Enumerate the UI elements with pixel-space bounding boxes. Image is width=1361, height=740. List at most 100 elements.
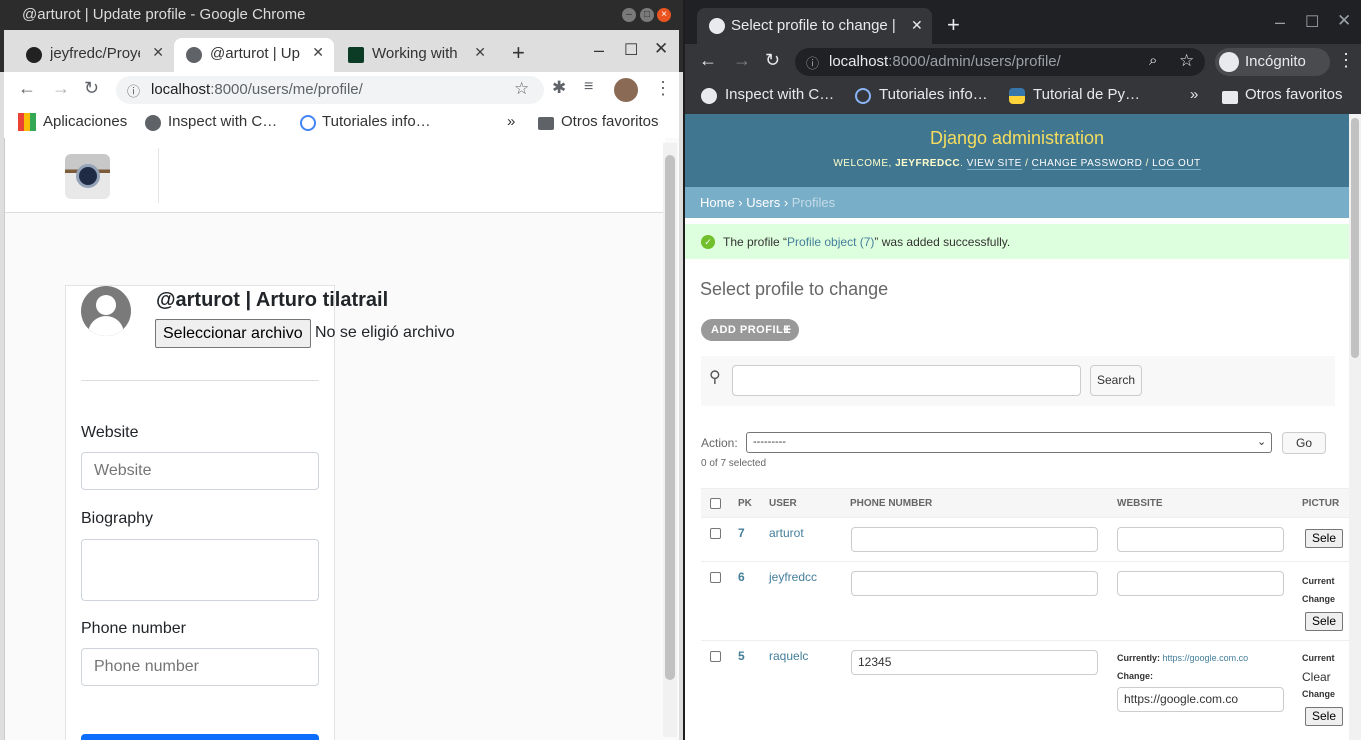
breadcrumb-profiles: Profiles: [791, 195, 836, 210]
forward-icon[interactable]: →: [52, 78, 70, 99]
breadcrumb-home[interactable]: Home: [700, 195, 735, 210]
instagram-logo-icon[interactable]: [65, 154, 110, 199]
currently-link[interactable]: https://google.com.co: [1163, 653, 1249, 663]
bookmark-otros-favoritos[interactable]: Otros favoritos: [561, 113, 659, 130]
choose-file-button[interactable]: Seleccionar archivo: [155, 319, 311, 348]
select-all-checkbox[interactable]: [710, 498, 721, 509]
row-pk-link[interactable]: 6: [738, 570, 745, 584]
column-user[interactable]: USER: [769, 498, 797, 509]
url-host: localhost: [151, 81, 211, 98]
row-pk-link[interactable]: 5: [738, 649, 745, 663]
new-tab-icon[interactable]: +: [947, 12, 960, 38]
back-icon[interactable]: ←: [18, 78, 36, 99]
selected-count: 0 of 7 selected: [701, 458, 767, 469]
incognito-badge[interactable]: Incógnito: [1215, 48, 1330, 76]
minimize-icon[interactable]: –: [594, 40, 604, 61]
biography-label: Biography: [81, 510, 154, 527]
change-password-link[interactable]: CHANGE PASSWORD: [1031, 158, 1143, 170]
action-select[interactable]: --------- ⌄: [746, 432, 1272, 453]
search-icon: ⚲: [709, 369, 721, 386]
log-out-link[interactable]: LOG OUT: [1152, 158, 1201, 170]
tab-update-profile[interactable]: @arturot | Up ✕: [174, 38, 334, 72]
row-website-input[interactable]: [1117, 571, 1284, 596]
media-icon[interactable]: ≡: [584, 78, 593, 96]
close-tab-icon[interactable]: ✕: [911, 17, 923, 34]
go-button[interactable]: Go: [1282, 432, 1326, 454]
close-icon[interactable]: ✕: [654, 39, 668, 59]
row-phone-input[interactable]: [851, 571, 1098, 596]
close-icon[interactable]: ✕: [1337, 11, 1351, 31]
zoom-icon[interactable]: ⌕: [1149, 52, 1157, 69]
right-toolbar: ← → ↻ ⓘ localhost:8000/admin/users/profi…: [685, 44, 1361, 80]
row-phone-input[interactable]: 12345: [851, 650, 1098, 675]
menu-icon[interactable]: ⋮: [1337, 50, 1355, 71]
globe-icon: [709, 18, 725, 34]
extensions-icon[interactable]: ✱: [552, 78, 566, 98]
reload-icon[interactable]: ↻: [84, 78, 99, 99]
picture-clear-checkbox-label[interactable]: Clear: [1302, 670, 1331, 684]
picture-file-button[interactable]: Sele: [1305, 529, 1344, 548]
column-website[interactable]: WEBSITE: [1117, 498, 1163, 509]
left-page: @arturot | Arturo tilatrail Seleccionar …: [4, 138, 679, 740]
picture-file-button[interactable]: Sele: [1305, 707, 1344, 726]
back-icon[interactable]: ←: [699, 50, 717, 71]
close-icon[interactable]: ×: [657, 8, 671, 22]
maximize-icon[interactable]: □: [640, 8, 654, 22]
biography-textarea[interactable]: [81, 539, 319, 601]
forward-icon[interactable]: →: [733, 50, 751, 71]
reload-icon[interactable]: ↻: [765, 50, 780, 71]
tab-github[interactable]: jeyfredc/Proye ✕: [14, 38, 174, 72]
avatar[interactable]: [614, 78, 638, 102]
submit-button[interactable]: [81, 734, 319, 740]
minimize-icon[interactable]: –: [622, 8, 636, 22]
right-scrollbar[interactable]: [1349, 114, 1361, 740]
row-checkbox[interactable]: [710, 528, 721, 539]
tab-select-profile[interactable]: Select profile to change | ✕: [697, 8, 932, 44]
site-title[interactable]: Django administration: [685, 128, 1349, 149]
picture-change-label: Change: [1302, 689, 1336, 699]
row-website-input[interactable]: https://google.com.co: [1117, 687, 1284, 712]
add-profile-button[interactable]: ADD PROFILE +: [701, 319, 799, 341]
profile-object-link[interactable]: Profile object (7): [787, 235, 874, 249]
left-title-bar: @arturot | Update profile - Google Chrom…: [0, 0, 683, 30]
column-picture[interactable]: PICTUR: [1302, 498, 1339, 509]
info-icon: ⓘ: [806, 56, 820, 71]
row-pk-link[interactable]: 7: [738, 526, 745, 540]
star-icon[interactable]: ☆: [514, 79, 529, 99]
close-tab-icon[interactable]: ✕: [474, 44, 486, 61]
row-phone-input[interactable]: [851, 527, 1098, 552]
close-tab-icon[interactable]: ✕: [152, 44, 164, 61]
search-button[interactable]: Search: [1090, 365, 1142, 396]
address-bar[interactable]: ⓘ localhost:8000/users/me/profile/ ☆: [116, 76, 544, 104]
maximize-icon[interactable]: ☐: [624, 40, 638, 60]
menu-icon[interactable]: ⋮: [654, 78, 672, 99]
phone-input[interactable]: [81, 648, 319, 686]
column-phone-number[interactable]: PHONE NUMBER: [850, 498, 932, 509]
breadcrumb-users[interactable]: Users: [746, 195, 780, 210]
view-site-link[interactable]: VIEW SITE: [966, 158, 1022, 170]
maximize-icon[interactable]: ☐: [1305, 12, 1319, 32]
bookmark-apps[interactable]: Aplicaciones: [43, 113, 127, 130]
close-tab-icon[interactable]: ✕: [312, 44, 324, 61]
website-input[interactable]: [81, 452, 319, 490]
bookmark-inspect[interactable]: Inspect with C…: [168, 113, 277, 130]
search-input[interactable]: [732, 365, 1081, 396]
address-bar[interactable]: ⓘ localhost:8000/admin/users/profile/ ⌕ …: [795, 48, 1205, 76]
minimize-icon[interactable]: –: [1275, 12, 1285, 33]
bookmark-tutoriales[interactable]: Tutoriales info…: [322, 113, 431, 130]
bookmark-otros-favoritos[interactable]: Otros favoritos: [1245, 86, 1343, 103]
bookmark-inspect[interactable]: Inspect with C…: [725, 86, 834, 103]
star-icon[interactable]: ☆: [1179, 51, 1194, 71]
tab-working-with[interactable]: Working with ✕: [336, 38, 496, 72]
row-checkbox[interactable]: [710, 651, 721, 662]
left-scrollbar[interactable]: [663, 143, 677, 737]
row-website-input[interactable]: [1117, 527, 1284, 552]
row-checkbox[interactable]: [710, 572, 721, 583]
bookmark-tutoriales[interactable]: Tutoriales info…: [879, 86, 988, 103]
bookmarks-overflow-button[interactable]: »: [507, 113, 515, 130]
column-pk[interactable]: PK: [738, 498, 752, 509]
new-tab-icon[interactable]: +: [512, 40, 525, 66]
bookmarks-overflow-button[interactable]: »: [1190, 86, 1198, 103]
picture-file-button[interactable]: Sele: [1305, 612, 1344, 631]
bookmark-python[interactable]: Tutorial de Py…: [1033, 86, 1140, 103]
